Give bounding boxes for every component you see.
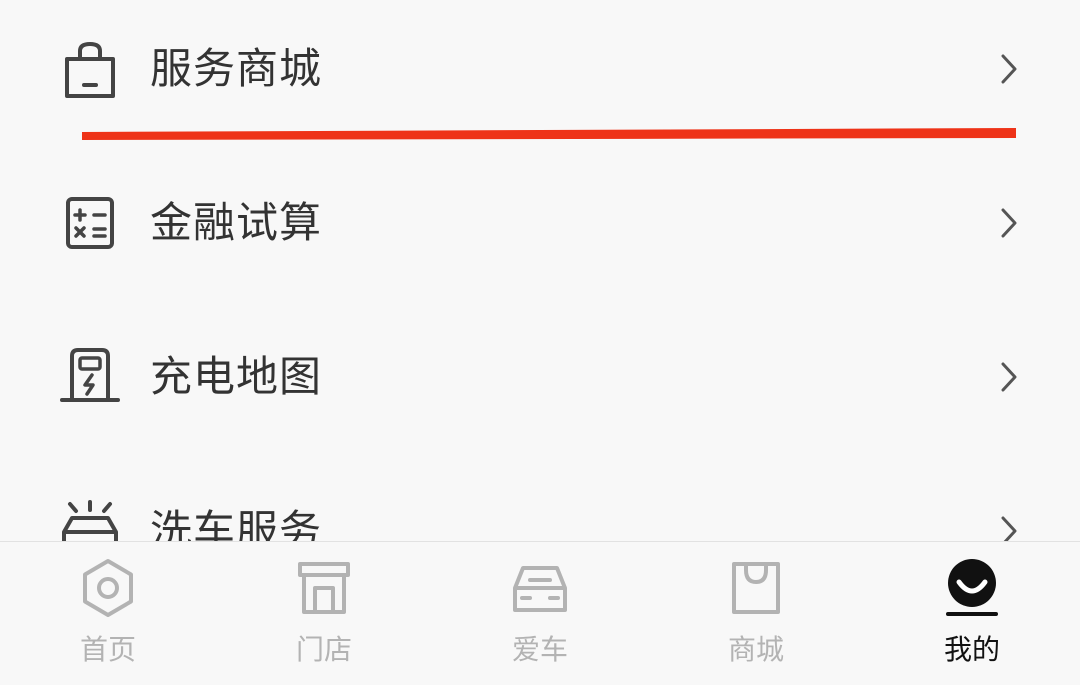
tab-label: 首页: [79, 633, 136, 666]
menu-item-service-mall[interactable]: 服务商城: [0, 14, 1080, 124]
car-wash-icon: [62, 500, 118, 541]
tab-profile[interactable]: 我的: [864, 542, 1080, 685]
store-icon: [298, 562, 350, 614]
tab-mall[interactable]: 商城: [648, 542, 864, 685]
menu-item-label: 服务商城: [150, 44, 323, 93]
tab-label: 门店: [295, 633, 352, 666]
menu-item-car-wash[interactable]: 洗车服务: [0, 476, 1080, 541]
charging-station-icon: [60, 348, 120, 402]
shopping-bag-icon: [65, 41, 115, 98]
red-annotation-line: [82, 128, 1016, 140]
menu-item-charging-map[interactable]: 充电地图: [0, 322, 1080, 432]
chevron-right-icon: [1001, 362, 1017, 392]
home-hexagon-icon: [83, 559, 133, 617]
chevron-right-icon: [1001, 208, 1017, 238]
bottom-tab-bar: 首页 门店 爱车 商城 我的: [0, 541, 1080, 684]
tab-home[interactable]: 首页: [0, 542, 216, 685]
tab-label: 我的: [943, 633, 1000, 666]
shopping-bag-icon: [732, 562, 780, 614]
menu-item-label: 金融试算: [150, 198, 323, 247]
profile-smile-icon: [946, 559, 998, 616]
tab-label: 商城: [727, 633, 784, 666]
menu-item-finance-calculator[interactable]: 金融试算: [0, 168, 1080, 278]
menu-item-label: 充电地图: [150, 352, 323, 401]
car-icon: [513, 566, 567, 612]
tab-label: 爱车: [511, 633, 568, 666]
calculator-icon: [66, 197, 114, 249]
tab-my-car[interactable]: 爱车: [432, 542, 648, 685]
menu-item-label: 洗车服务: [150, 506, 323, 542]
tab-store[interactable]: 门店: [216, 542, 432, 685]
menu-list: 服务商城 金融试算 充电地图 洗车服务: [0, 0, 1080, 541]
chevron-right-icon: [1001, 54, 1017, 84]
chevron-right-icon: [1001, 516, 1017, 541]
